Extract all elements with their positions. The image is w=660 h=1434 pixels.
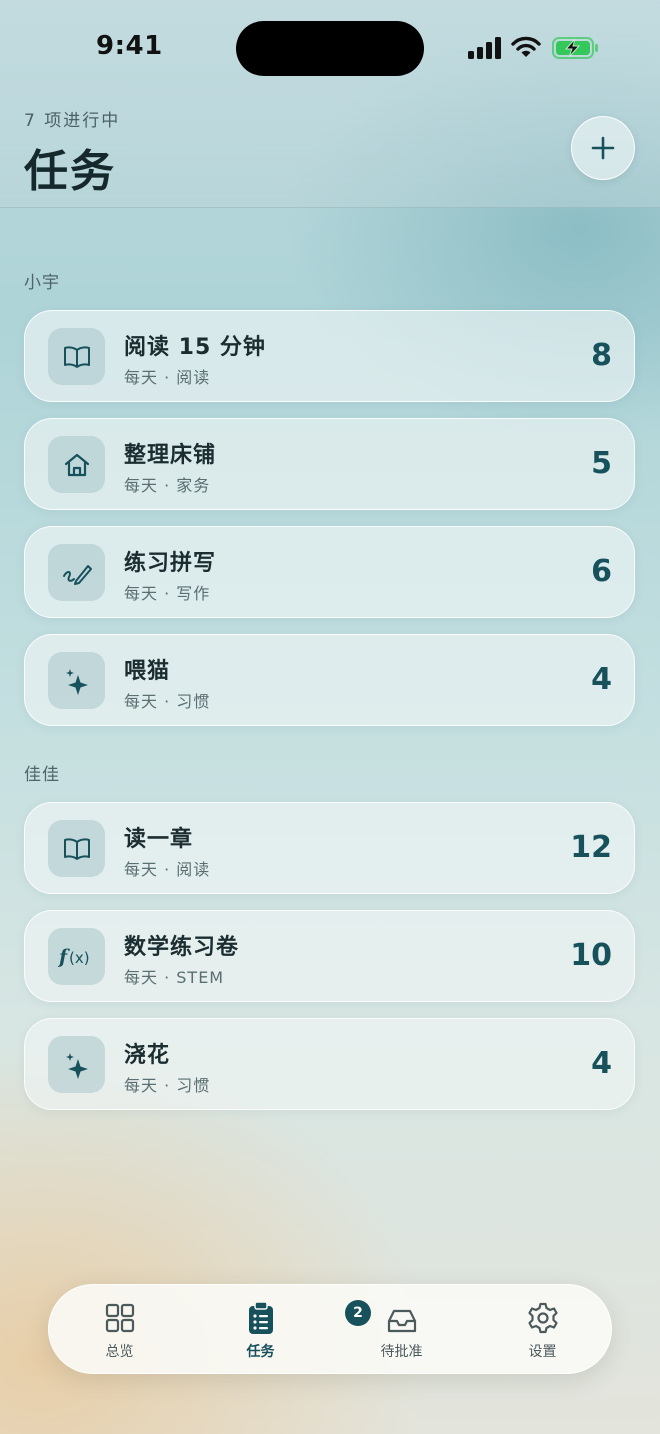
approvals-count-badge: 2 bbox=[345, 1300, 371, 1326]
sparkles-icon bbox=[48, 1036, 105, 1093]
task-card[interactable]: 读一章 每天 · 阅读 12 bbox=[24, 802, 635, 894]
page-title: 任务 bbox=[24, 146, 116, 197]
book-icon bbox=[48, 328, 105, 385]
task-points: 12 bbox=[570, 830, 612, 865]
section-label-child: 佳佳 bbox=[24, 765, 60, 785]
task-points: 6 bbox=[591, 554, 612, 589]
task-card[interactable]: 整理床铺 每天 · 家务 5 bbox=[24, 418, 635, 510]
status-time: 9:41 bbox=[96, 31, 163, 61]
task-points: 4 bbox=[591, 662, 612, 697]
task-points: 10 bbox=[570, 938, 612, 973]
task-title: 读一章 bbox=[124, 827, 194, 852]
tab-label: 总览 bbox=[105, 1344, 134, 1360]
svg-text:(x): (x) bbox=[69, 949, 90, 967]
task-card[interactable]: 练习拼写 每天 · 写作 6 bbox=[24, 526, 635, 618]
task-title: 喂猫 bbox=[124, 659, 171, 684]
pencil-icon bbox=[48, 544, 105, 601]
wifi-icon bbox=[511, 36, 541, 57]
task-points: 8 bbox=[591, 338, 612, 373]
book-icon bbox=[48, 820, 105, 877]
task-card[interactable]: 浇花 每天 · 习惯 4 bbox=[24, 1018, 635, 1110]
task-points: 4 bbox=[591, 1046, 612, 1081]
battery-charging-icon bbox=[552, 37, 598, 59]
tab-label: 任务 bbox=[246, 1344, 275, 1360]
task-title: 练习拼写 bbox=[124, 551, 217, 576]
tab-tasks[interactable]: 任务 bbox=[190, 1285, 331, 1375]
sparkles-icon bbox=[48, 652, 105, 709]
task-subtitle: 每天 · STEM bbox=[124, 968, 225, 987]
house-icon bbox=[48, 436, 105, 493]
section-label-child: 小宇 bbox=[24, 273, 60, 293]
tab-label: 待批准 bbox=[380, 1344, 423, 1360]
tab-settings[interactable]: 设置 bbox=[472, 1285, 613, 1375]
status-bar: 9:41 bbox=[0, 0, 660, 96]
tab-overview[interactable]: 总览 bbox=[49, 1285, 190, 1375]
dynamic-island bbox=[236, 21, 424, 76]
task-title: 数学练习卷 bbox=[124, 935, 240, 960]
tab-approvals[interactable]: 待批准 bbox=[331, 1285, 472, 1375]
tab-bar: 总览 任务 待批准 设置 bbox=[48, 1284, 612, 1374]
task-card[interactable]: 喂猫 每天 · 习惯 4 bbox=[24, 634, 635, 726]
inbox-icon bbox=[387, 1309, 417, 1333]
task-card[interactable]: f (x) 数学练习卷 每天 · STEM 10 bbox=[24, 910, 635, 1002]
task-count-subtitle: 7 项进行中 bbox=[24, 111, 121, 131]
gear-icon bbox=[528, 1302, 558, 1334]
plus-icon bbox=[591, 136, 615, 160]
cellular-signal-icon bbox=[468, 37, 501, 59]
grid-icon bbox=[105, 1303, 135, 1333]
function-icon: f (x) bbox=[48, 928, 105, 985]
task-points: 5 bbox=[591, 446, 612, 481]
task-subtitle: 每天 · 习惯 bbox=[124, 692, 211, 711]
task-subtitle: 每天 · 写作 bbox=[124, 584, 211, 603]
task-title: 整理床铺 bbox=[124, 443, 217, 468]
task-subtitle: 每天 · 阅读 bbox=[124, 368, 211, 387]
add-task-button[interactable] bbox=[571, 116, 635, 180]
tab-label: 设置 bbox=[528, 1344, 557, 1360]
task-subtitle: 每天 · 家务 bbox=[124, 476, 211, 495]
task-subtitle: 每天 · 习惯 bbox=[124, 1076, 211, 1095]
task-card[interactable]: 阅读 15 分钟 每天 · 阅读 8 bbox=[24, 310, 635, 402]
task-title: 阅读 15 分钟 bbox=[124, 335, 266, 360]
clipboard-list-icon bbox=[249, 1301, 273, 1334]
task-subtitle: 每天 · 阅读 bbox=[124, 860, 211, 879]
task-title: 浇花 bbox=[124, 1043, 171, 1068]
